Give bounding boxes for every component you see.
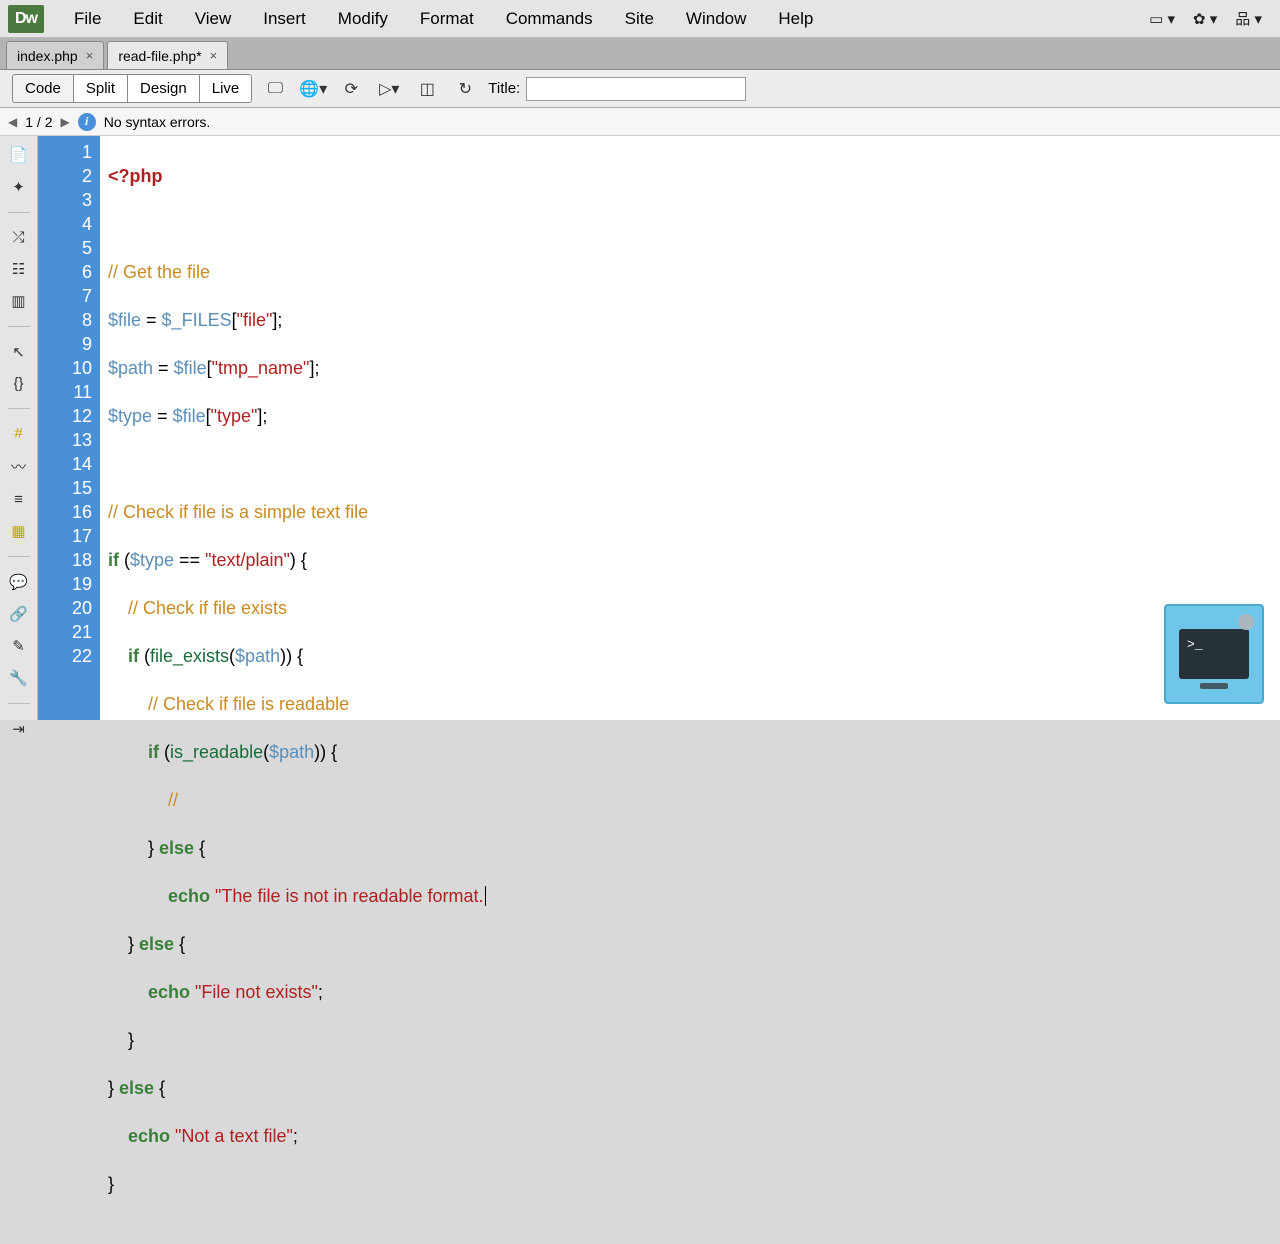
layout-icon[interactable]: ▭ ▾ [1149, 8, 1175, 29]
menu-window[interactable]: Window [672, 5, 760, 33]
globe-icon[interactable]: 🌐▾ [298, 75, 328, 103]
gear-icon[interactable]: ✿ ▾ [1193, 8, 1217, 29]
tab-read-file-php[interactable]: read-file.php* × [107, 41, 228, 69]
chat-icon[interactable]: 💬 [8, 573, 30, 591]
coding-toolbar: 📄 ✦ ⤮ ☷ ▥ ↖ {} # 〰 ≡ ▦ 💬 🔗 ✎ 🔧 ⇥ [0, 136, 38, 720]
code-editor[interactable]: 12345678910111213141516171819202122 <?ph… [38, 136, 1280, 720]
pointer-icon[interactable]: ↖ [8, 343, 30, 361]
menu-view[interactable]: View [181, 5, 246, 33]
tab-label: index.php [17, 48, 78, 64]
fill-icon[interactable]: ▥ [8, 292, 30, 310]
view-design-button[interactable]: Design [128, 75, 200, 102]
text-cursor [485, 886, 486, 906]
view-live-button[interactable]: Live [200, 75, 252, 102]
link-icon[interactable]: 🔗 [8, 605, 30, 623]
grid-icon[interactable]: ☷ [8, 260, 30, 278]
menu-site[interactable]: Site [611, 5, 668, 33]
info-icon: i [78, 113, 96, 131]
wrench-icon[interactable]: 🔧 [8, 669, 30, 687]
app-logo: Dw [8, 5, 44, 33]
doc-icon[interactable]: 📄 [8, 146, 30, 164]
status-bar: ◀ 1 / 2 ▶ i No syntax errors. [0, 108, 1280, 136]
line-gutter: 12345678910111213141516171819202122 [38, 136, 100, 720]
highlight-icon[interactable]: ▦ [8, 522, 30, 540]
braces-icon[interactable]: {} [8, 375, 30, 392]
validate-icon[interactable]: ⟳ [336, 75, 366, 103]
refresh-icon[interactable]: ↻ [450, 75, 480, 103]
prev-error-icon[interactable]: ◀ [8, 115, 17, 129]
play-icon[interactable]: ▷▾ [374, 75, 404, 103]
tab-index-php[interactable]: index.php × [6, 41, 104, 69]
title-input[interactable] [526, 77, 746, 101]
slash-star-icon[interactable]: 〰 [8, 456, 30, 477]
multiscreen-icon[interactable]: 🖵 [260, 75, 290, 103]
menu-edit[interactable]: Edit [119, 5, 176, 33]
sitemap-icon[interactable]: 品 ▾ [1235, 8, 1262, 29]
document-toolbar: Code Split Design Live 🖵 🌐▾ ⟳ ▷▾ ◫ ↻ Tit… [0, 70, 1280, 108]
view-code-button[interactable]: Code [13, 75, 74, 102]
status-message: No syntax errors. [104, 114, 211, 130]
tab-bar: index.php × read-file.php* × [0, 38, 1280, 70]
next-error-icon[interactable]: ▶ [60, 115, 69, 129]
menu-help[interactable]: Help [764, 5, 827, 33]
view-switcher: Code Split Design Live [12, 74, 252, 103]
view-split-button[interactable]: Split [74, 75, 128, 102]
lines-icon[interactable]: ≡ [8, 491, 30, 508]
splitv-icon[interactable]: ◫ [412, 75, 442, 103]
menu-modify[interactable]: Modify [324, 5, 402, 33]
pencil-icon[interactable]: ✎ [8, 637, 30, 655]
indent-icon[interactable]: ⇥ [8, 720, 30, 738]
hash-star-icon[interactable]: # [8, 425, 30, 442]
close-icon[interactable]: × [86, 48, 94, 63]
close-icon[interactable]: × [210, 48, 218, 63]
terminal-badge-icon: >_ [1164, 604, 1264, 704]
code-content[interactable]: <?php // Get the file $file = $_FILES["f… [100, 136, 1280, 720]
swap-icon[interactable]: ⤮ [8, 229, 30, 246]
menu-format[interactable]: Format [406, 5, 488, 33]
sparkle-icon[interactable]: ✦ [8, 178, 30, 196]
menu-commands[interactable]: Commands [492, 5, 607, 33]
menu-file[interactable]: File [60, 5, 115, 33]
error-position: 1 / 2 [25, 114, 52, 130]
tab-label: read-file.php* [118, 48, 201, 64]
title-label: Title: [488, 80, 520, 97]
menu-insert[interactable]: Insert [249, 5, 320, 33]
menubar: Dw File Edit View Insert Modify Format C… [0, 0, 1280, 38]
